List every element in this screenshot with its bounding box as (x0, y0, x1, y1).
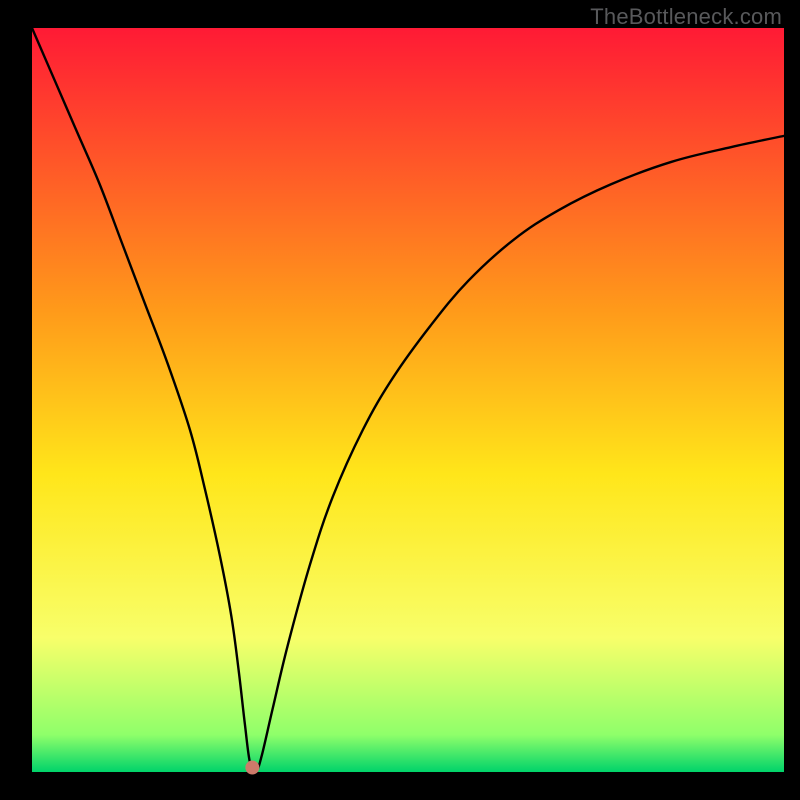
watermark-text: TheBottleneck.com (590, 4, 782, 30)
plot-area (32, 28, 784, 772)
chart-root: { "watermark": "TheBottleneck.com", "cha… (0, 0, 800, 800)
optimal-point-marker (245, 761, 259, 775)
bottleneck-chart (0, 0, 800, 800)
